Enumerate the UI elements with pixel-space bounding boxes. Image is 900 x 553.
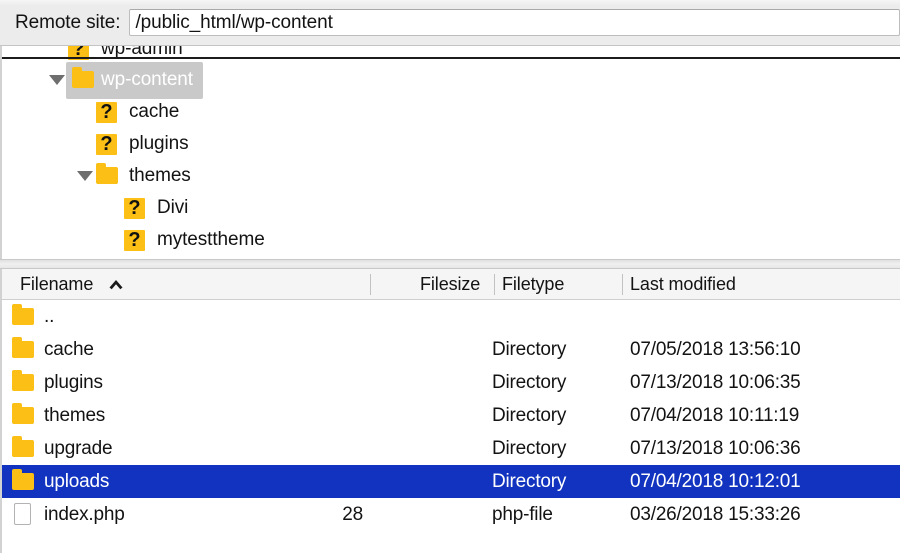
tree-item-icon: ? (94, 128, 120, 160)
cell-filename: index.php (44, 498, 125, 531)
cell-last-modified: 07/13/2018 10:06:35 (630, 366, 801, 399)
tree-item-icon (94, 160, 120, 192)
triangle-glyph (77, 171, 93, 181)
row-icon (10, 432, 38, 465)
column-header-filetype[interactable]: Filetype (502, 269, 564, 300)
panel-splitter[interactable] (0, 259, 900, 269)
cell-filetype: Directory (492, 399, 566, 432)
tree-twisty-empty (76, 128, 94, 160)
tree-item-content: wp-content (66, 62, 203, 99)
cell-filename: uploads (44, 465, 109, 498)
tree-twisty-empty (76, 96, 94, 128)
tree-item-label: wp-content (96, 69, 193, 91)
unknown-folder-icon: ? (124, 198, 145, 219)
tree-item-label: cache (120, 101, 179, 123)
table-row[interactable]: upgrade Directory 07/13/2018 10:06:36 (2, 432, 900, 465)
cell-filetype: Directory (492, 432, 566, 465)
remote-site-toolbar: Remote site: /public_html/wp-content (0, 0, 900, 46)
triangle-down-icon[interactable] (76, 160, 94, 192)
table-row[interactable]: .. (2, 300, 900, 333)
table-row[interactable]: index.php 28 php-file 03/26/2018 15:33:26 (2, 498, 900, 531)
toolbar-top-strip (0, 0, 900, 5)
folder-icon (12, 341, 34, 358)
tree-item-wp-content[interactable]: wp-content (2, 64, 900, 96)
cell-last-modified: 07/04/2018 10:12:01 (630, 465, 801, 498)
cell-filename: .. (44, 300, 54, 333)
chevron-up-icon[interactable] (108, 277, 124, 291)
cell-filesize: 28 (342, 498, 363, 531)
table-row[interactable]: plugins Directory 07/13/2018 10:06:35 (2, 366, 900, 399)
folder-icon (12, 473, 34, 490)
remote-directory-tree[interactable]: ?wp-adminwp-content?cache?pluginsthemes?… (0, 46, 900, 259)
tree-twisty-empty (48, 46, 66, 65)
tree-item-label: Divi (148, 197, 188, 219)
remote-file-list[interactable]: Filename Filesize Filetype Last modified… (0, 269, 900, 553)
file-list-header: Filename Filesize Filetype Last modified (2, 269, 900, 300)
tree-item-content: ?cache (94, 96, 179, 128)
tree-item-icon: ? (122, 224, 148, 256)
triangle-glyph (49, 75, 65, 85)
tree-item-icon: ? (94, 96, 120, 128)
cell-filetype: Directory (492, 333, 566, 366)
table-row[interactable]: cache Directory 07/05/2018 13:56:10 (2, 333, 900, 366)
unknown-folder-icon: ? (96, 134, 117, 155)
cell-filename: cache (44, 333, 94, 366)
remote-site-label: Remote site: (15, 12, 120, 34)
tree-twisty-empty (104, 224, 122, 256)
header-divider-1[interactable] (370, 274, 371, 295)
folder-icon (72, 71, 94, 88)
tree-item-label: themes (120, 165, 191, 187)
cell-filetype: Directory (492, 465, 566, 498)
row-icon (10, 333, 38, 366)
column-header-filename[interactable]: Filename (20, 269, 93, 300)
tree-item-content: ?Divi (122, 192, 188, 224)
folder-icon (12, 440, 34, 457)
tree-top-divider (2, 57, 900, 59)
row-icon (10, 366, 38, 399)
cell-filename: themes (44, 399, 105, 432)
tree-item-icon (70, 64, 96, 96)
tree-item-icon: ? (122, 192, 148, 224)
folder-icon (96, 167, 118, 184)
file-icon (14, 503, 31, 525)
row-icon (10, 498, 38, 531)
unknown-folder-icon: ? (96, 102, 117, 123)
unknown-folder-icon: ? (124, 230, 145, 251)
tree-item-divi[interactable]: ?Divi (2, 192, 900, 224)
remote-site-input[interactable]: /public_html/wp-content (129, 9, 900, 36)
folder-icon (12, 308, 34, 325)
folder-icon (12, 407, 34, 424)
cell-filetype: Directory (492, 366, 566, 399)
cell-filetype: php-file (492, 498, 553, 531)
tree-item-themes[interactable]: themes (2, 160, 900, 192)
column-header-last-modified[interactable]: Last modified (630, 269, 736, 300)
tree-item-content: ?mytesttheme (122, 224, 265, 256)
table-row[interactable]: uploads Directory 07/04/2018 10:12:01 (2, 465, 900, 498)
folder-icon (12, 374, 34, 391)
cell-last-modified: 03/26/2018 15:33:26 (630, 498, 801, 531)
column-header-filesize[interactable]: Filesize (420, 269, 480, 300)
header-divider-3[interactable] (622, 274, 623, 295)
tree-item-plugins[interactable]: ?plugins (2, 128, 900, 160)
tree-item-label: mytesttheme (148, 229, 265, 251)
tree-item-content: themes (94, 160, 191, 192)
triangle-down-icon[interactable] (48, 64, 66, 96)
row-icon (10, 465, 38, 498)
cell-last-modified: 07/05/2018 13:56:10 (630, 333, 801, 366)
tree-item-cache[interactable]: ?cache (2, 96, 900, 128)
tree-item-mytesttheme[interactable]: ?mytesttheme (2, 224, 900, 256)
row-icon (10, 399, 38, 432)
tree-item-content: ?plugins (94, 128, 189, 160)
header-divider-2[interactable] (494, 274, 495, 295)
row-icon (10, 300, 38, 333)
tree-item-label: plugins (120, 133, 189, 155)
cell-last-modified: 07/04/2018 10:11:19 (630, 399, 799, 432)
cell-filename: upgrade (44, 432, 112, 465)
tree-twisty-empty (104, 192, 122, 224)
cell-last-modified: 07/13/2018 10:06:36 (630, 432, 801, 465)
table-row[interactable]: themes Directory 07/04/2018 10:11:19 (2, 399, 900, 432)
cell-filename: plugins (44, 366, 103, 399)
